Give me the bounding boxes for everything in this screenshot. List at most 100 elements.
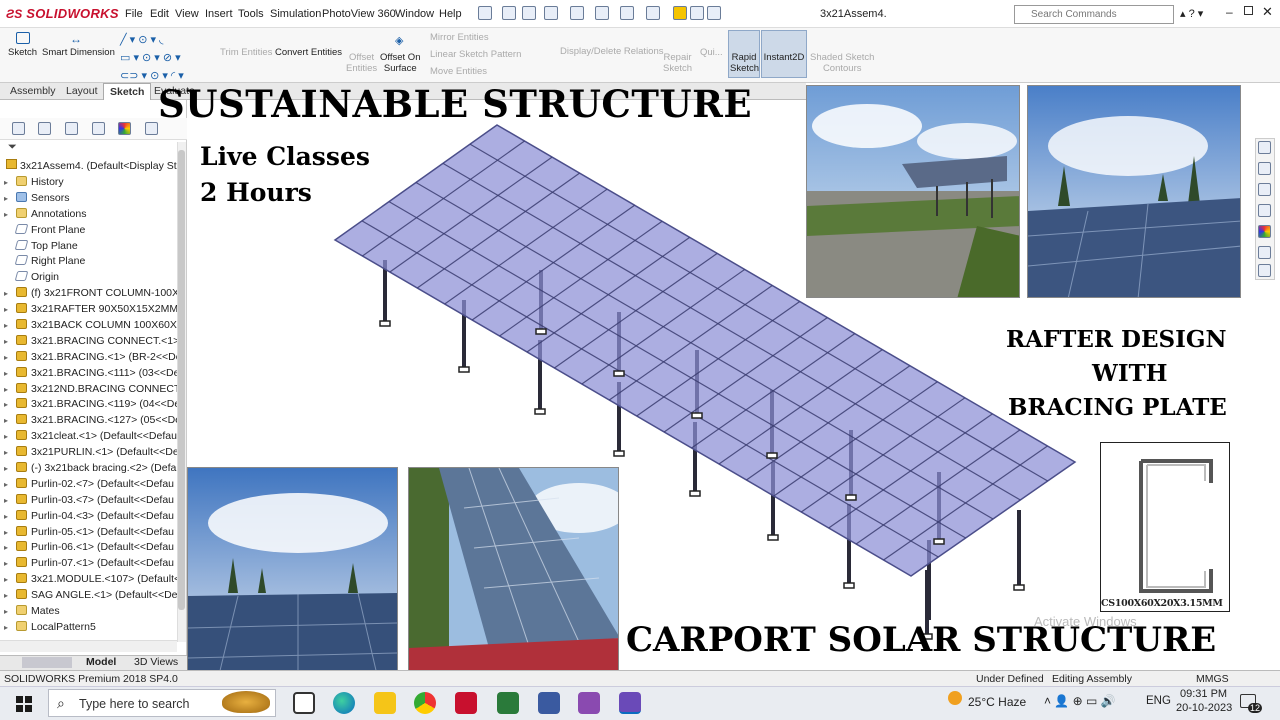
undo-icon[interactable] [620, 6, 634, 20]
search-commands-input[interactable]: Search Commands [1014, 5, 1174, 24]
tree-item[interactable]: ▸ 3x21.BRACING.<1> (BR-2<<De [4, 350, 182, 366]
expand-arrow-icon[interactable]: ▸ [4, 191, 16, 206]
expand-arrow-icon[interactable]: ▸ [4, 604, 16, 619]
tree-item[interactable]: Origin [4, 270, 182, 286]
edge-browser-icon[interactable] [333, 692, 355, 714]
new-document-icon[interactable] [522, 6, 536, 20]
select-icon[interactable] [646, 6, 660, 20]
appearances-icon[interactable] [1258, 225, 1271, 238]
linear-sketch-pattern-button[interactable]: Linear Sketch Pattern [430, 49, 521, 60]
weather-text[interactable]: 25°C Haze [968, 695, 1026, 709]
tree-item[interactable]: ▸ Purlin-05.<1> (Default<<Defau [4, 525, 182, 541]
tree-item[interactable]: ▸ Purlin-04.<3> (Default<<Defau [4, 509, 182, 525]
solidworks-taskbar-icon[interactable] [455, 692, 477, 714]
tab-scroll-arrows[interactable] [22, 657, 72, 668]
configuration-manager-icon[interactable] [65, 122, 78, 135]
tab-model[interactable]: Model [86, 656, 116, 668]
expand-arrow-icon[interactable]: ▸ [4, 413, 16, 428]
expand-arrow-icon[interactable]: ▸ [4, 382, 16, 397]
close-button[interactable]: ✕ [1262, 4, 1273, 20]
tree-item[interactable]: ▸ 3x21PURLIN.<1> (Default<<Defa [4, 445, 182, 461]
expand-arrow-icon[interactable]: ▸ [4, 429, 16, 444]
tree-item[interactable]: ▸ 3x21cleat.<1> (Default<<Defau [4, 429, 182, 445]
expand-arrow-icon[interactable]: ▸ [4, 572, 16, 587]
solidworks-forum-icon[interactable] [1258, 264, 1271, 277]
tab-layout[interactable]: Layout [60, 83, 104, 100]
tree-item[interactable]: Right Plane [4, 254, 182, 270]
expand-arrow-icon[interactable]: ▸ [4, 556, 16, 571]
file-explorer-taskbar-icon[interactable] [374, 692, 396, 714]
feature-manager-tree-icon[interactable] [12, 122, 25, 135]
mirror-entities-button[interactable]: Mirror Entities [430, 32, 489, 43]
cam-manager-icon[interactable] [145, 122, 158, 135]
help-icon[interactable]: ▴ ? ▾ [1180, 7, 1203, 20]
offset-on-surface-button[interactable]: Offset On Surface [380, 52, 420, 74]
chrome-icon[interactable] [414, 692, 436, 714]
tree-item[interactable]: ▸ 3x212ND.BRACING CONNECT.< [4, 382, 182, 398]
rebuild-icon[interactable] [673, 6, 687, 20]
tree-item[interactable]: ▸ Annotations [4, 207, 182, 223]
menu-file[interactable]: File [125, 8, 143, 20]
tree-item[interactable]: ▸ History [4, 175, 182, 191]
menu-view[interactable]: View [175, 8, 199, 20]
tree-item[interactable]: ▸ 3x21.BRACING.<119> (04<<De [4, 397, 182, 413]
status-units[interactable]: MMGS [1196, 673, 1229, 685]
app-taskbar-icon-3[interactable] [578, 692, 600, 714]
expand-arrow-icon[interactable]: ▸ [4, 302, 16, 317]
shaded-sketch-contours-button[interactable]: Shaded Sketch Contours [810, 52, 874, 74]
expand-arrow-icon[interactable]: ▸ [4, 461, 16, 476]
file-explorer-icon[interactable] [1258, 183, 1271, 196]
pin-icon[interactable] [478, 6, 492, 20]
trim-entities-button[interactable]: Trim Entities [220, 47, 272, 58]
filter-icon[interactable]: ⏷ [8, 141, 17, 154]
menu-insert[interactable]: Insert [205, 8, 233, 20]
minimize-button[interactable]: – [1226, 5, 1233, 19]
tree-item[interactable]: ▸ LocalPattern5 [4, 620, 182, 636]
convert-entities-button[interactable]: Convert Entities [275, 47, 342, 58]
clock-time[interactable]: 09:31 PM [1180, 688, 1227, 700]
expand-arrow-icon[interactable]: ▸ [4, 366, 16, 381]
weather-icon[interactable] [948, 691, 962, 705]
expand-arrow-icon[interactable]: ▸ [4, 525, 16, 540]
expand-arrow-icon[interactable]: ▸ [4, 286, 16, 301]
expand-arrow-icon[interactable]: ▸ [4, 445, 16, 460]
tree-root-assembly[interactable]: 3x21Assem4. (Default<Display Sta [6, 159, 178, 172]
smart-dimension-button[interactable]: Smart Dimension [42, 47, 115, 58]
tree-horizontal-scrollbar[interactable] [0, 640, 177, 652]
tab-sketch[interactable]: Sketch [103, 83, 152, 100]
app-taskbar-icon-1[interactable] [497, 692, 519, 714]
app-taskbar-icon-2[interactable] [538, 692, 560, 714]
dimxpert-icon[interactable] [92, 122, 105, 135]
expand-arrow-icon[interactable]: ▸ [4, 493, 16, 508]
offset-entities-button[interactable]: Offset Entities [346, 52, 377, 74]
expand-arrow-icon[interactable]: ▸ [4, 477, 16, 492]
menu-window[interactable]: Window [395, 8, 434, 20]
clock-date[interactable]: 20-10-2023 [1176, 702, 1232, 714]
sketch-tools-icons[interactable]: ╱ ▾ ⊙ ▾ ◟ ▭ ▾ ⊙ ▾ ⊘ ▾ ⊂⊃ ▾ ⊙ ▾ ◜ ▾ [120, 31, 184, 85]
expand-arrow-icon[interactable]: ▸ [4, 620, 16, 635]
sketch-button[interactable]: Sketch [8, 47, 37, 58]
repair-sketch-button[interactable]: Repair Sketch [663, 52, 692, 74]
solidworks-logo[interactable]: ƧS SOLIDWORKS [6, 6, 119, 21]
tab-3d-views[interactable]: 3D Views [134, 656, 178, 668]
move-entities-button[interactable]: Move Entities [430, 66, 487, 77]
expand-arrow-icon[interactable]: ▸ [4, 350, 16, 365]
quick-snaps-button[interactable]: Qui... [700, 47, 723, 58]
print-icon[interactable] [595, 6, 609, 20]
file-properties-icon[interactable] [690, 6, 704, 20]
maximize-button[interactable] [1244, 6, 1253, 15]
tree-item[interactable]: ▸ (-) 3x21back bracing.<2> (Defa [4, 461, 182, 477]
expand-arrow-icon[interactable]: ▸ [4, 588, 16, 603]
menu-edit[interactable]: Edit [150, 8, 169, 20]
property-manager-icon[interactable] [38, 122, 51, 135]
system-tray-icons[interactable]: ˄ 👤 ⊕ ▭ 🔊 [1044, 694, 1116, 708]
app-taskbar-icon-4[interactable] [619, 692, 641, 714]
expand-arrow-icon[interactable]: ▸ [4, 540, 16, 555]
tree-item[interactable]: Top Plane [4, 239, 182, 255]
tree-scrollbar-thumb[interactable] [178, 150, 185, 610]
expand-arrow-icon[interactable]: ▸ [4, 334, 16, 349]
tree-item[interactable]: ▸ Purlin-07.<1> (Default<<Defau [4, 556, 182, 572]
tree-item[interactable]: ▸ Sensors [4, 191, 182, 207]
menu-tools[interactable]: Tools [238, 8, 264, 20]
save-icon[interactable] [570, 6, 584, 20]
